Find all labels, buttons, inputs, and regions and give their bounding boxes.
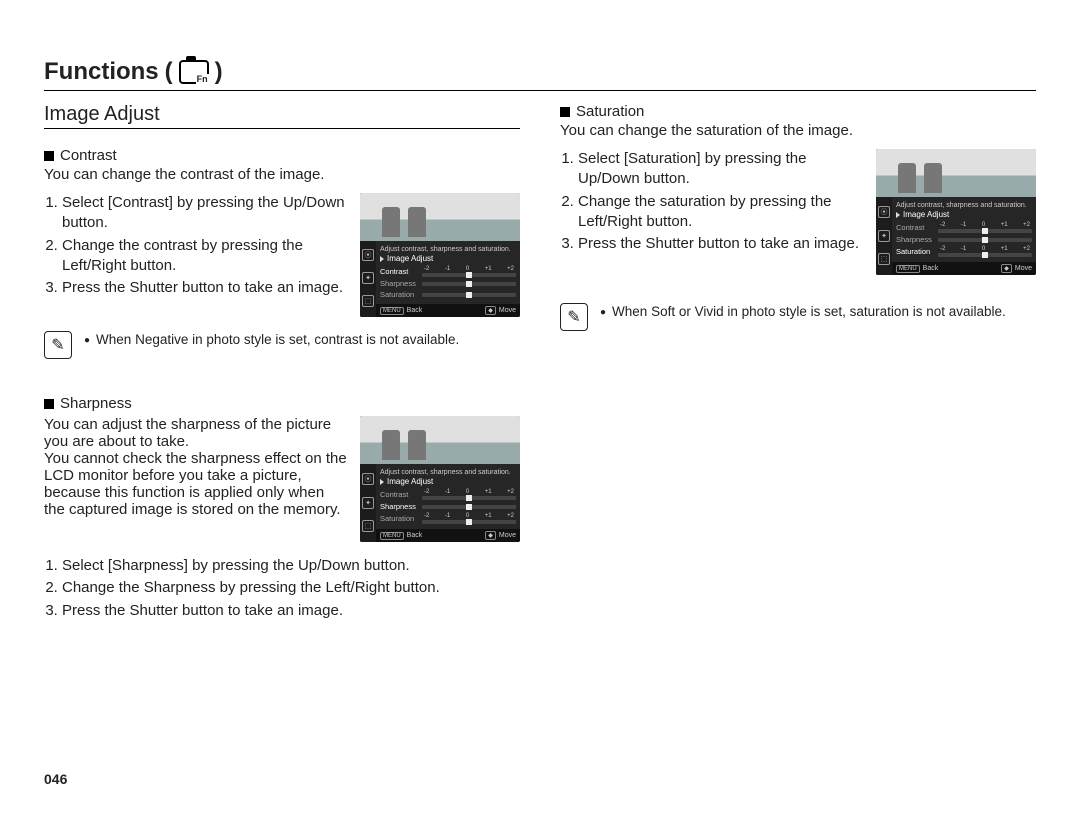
page-title: Functions ( Fn ): [44, 58, 1036, 86]
lcd-param-sharpness: Sharpness: [380, 502, 516, 511]
note-text: When Negative in photo style is set, con…: [84, 331, 459, 349]
lcd-side-icon: ⬚: [362, 295, 374, 307]
lcd-footer: MENUBack ◆Move: [360, 304, 520, 317]
saturation-block: Saturation You can change the saturation…: [560, 103, 1036, 331]
title-rule: [44, 90, 1036, 91]
contrast-heading: Contrast: [44, 147, 520, 164]
title-close-paren: ): [215, 58, 223, 86]
title-text: Functions: [44, 58, 159, 86]
note-text: When Soft or Vivid in photo style is set…: [600, 303, 1006, 321]
lcd-preview-contrast: ◻ ▣ ⦿ ✦ ⬚ Adjust contrast, sharpness and…: [360, 193, 520, 317]
lcd-hint: Adjust contrast, sharpness and saturatio…: [380, 469, 516, 476]
list-item: Press the Shutter button to take an imag…: [62, 601, 520, 621]
lcd-footer: MENUBack ◆Move: [360, 529, 520, 542]
contrast-block: Contrast You can change the contrast of …: [44, 147, 520, 359]
list-item: Select [Sharpness] by pressing the Up/Do…: [62, 556, 520, 576]
lcd-side-icon: ✦: [362, 497, 374, 509]
lcd-menu-header: Image Adjust: [380, 254, 516, 263]
saturation-heading: Saturation: [560, 103, 1036, 120]
left-column: Image Adjust Contrast You can change the…: [44, 103, 520, 645]
list-item: Change the contrast by pressing the Left…: [62, 236, 348, 277]
lcd-side-icon: ⦿: [362, 249, 374, 261]
lcd-param-contrast: Contrast -2-10+1+2: [380, 489, 516, 500]
sharpness-intro-2: You cannot check the sharpness effect on…: [44, 450, 348, 518]
contrast-intro: You can change the contrast of the image…: [44, 166, 520, 183]
saturation-intro: You can change the saturation of the ima…: [560, 122, 1036, 139]
title-open-paren: (: [165, 58, 173, 86]
lcd-side-icon: ⬚: [362, 520, 374, 532]
list-item: Select [Saturation] by pressing the Up/D…: [578, 149, 864, 190]
lcd-side-icon: ✦: [362, 272, 374, 284]
lcd-hint: Adjust contrast, sharpness and saturatio…: [896, 202, 1032, 209]
sharpness-intro-1: You can adjust the sharpness of the pict…: [44, 416, 348, 450]
contrast-note: ✎ When Negative in photo style is set, c…: [44, 331, 520, 359]
square-bullet-icon: [560, 107, 570, 117]
lcd-param-saturation: Saturation -2-10+1+2: [380, 513, 516, 524]
sharpness-steps: Select [Sharpness] by pressing the Up/Do…: [44, 556, 520, 621]
list-item: Change the Sharpness by pressing the Lef…: [62, 578, 520, 598]
lcd-preview-saturation: ◻ ▣ ⦿ ✦ ⬚ Adjust contrast, sharpness and…: [876, 149, 1036, 275]
lcd-param-sharpness: Sharpness: [380, 279, 516, 288]
lcd-side-icon: ⦿: [362, 473, 374, 485]
lcd-menu-header: Image Adjust: [896, 210, 1032, 219]
lcd-param-saturation: Saturation -2-10+1+2: [896, 246, 1032, 257]
subtitle-rule: [44, 128, 520, 129]
sharpness-block: Sharpness You can adjust the sharpness o…: [44, 395, 520, 621]
lcd-side-icon: ⦿: [878, 206, 890, 218]
list-item: Press the Shutter button to take an imag…: [62, 278, 348, 298]
list-item: Change the saturation by pressing the Le…: [578, 192, 864, 233]
list-item: Press the Shutter button to take an imag…: [578, 234, 864, 254]
lcd-hint: Adjust contrast, sharpness and saturatio…: [380, 246, 516, 253]
lcd-photo: [360, 193, 520, 241]
lcd-preview-sharpness: ◻ ▣ ⦿ ✦ ⬚ Adjust contrast, sharpness and…: [360, 416, 520, 542]
note-icon: ✎: [560, 303, 588, 331]
square-bullet-icon: [44, 399, 54, 409]
list-item: Select [Contrast] by pressing the Up/Dow…: [62, 193, 348, 234]
lcd-photo: [876, 149, 1036, 197]
page-number: 046: [44, 771, 67, 787]
lcd-side-icon: ⬚: [878, 253, 890, 265]
sharpness-heading: Sharpness: [44, 395, 520, 412]
lcd-footer: MENUBack ◆Move: [876, 262, 1036, 275]
section-heading: Image Adjust: [44, 103, 520, 126]
saturation-steps: Select [Saturation] by pressing the Up/D…: [560, 149, 864, 254]
camera-fn-icon: Fn: [179, 60, 209, 84]
contrast-steps: Select [Contrast] by pressing the Up/Dow…: [44, 193, 348, 298]
lcd-param-contrast: Contrast -2-10+1+2: [380, 266, 516, 277]
lcd-photo: [360, 416, 520, 464]
lcd-side-icon: ✦: [878, 230, 890, 242]
right-column: Saturation You can change the saturation…: [560, 103, 1036, 645]
lcd-param-saturation: Saturation: [380, 290, 516, 299]
lcd-param-contrast: Contrast -2-10+1+2: [896, 222, 1032, 233]
square-bullet-icon: [44, 151, 54, 161]
saturation-note: ✎ When Soft or Vivid in photo style is s…: [560, 303, 1036, 331]
lcd-menu-header: Image Adjust: [380, 477, 516, 486]
note-icon: ✎: [44, 331, 72, 359]
lcd-param-sharpness: Sharpness: [896, 235, 1032, 244]
